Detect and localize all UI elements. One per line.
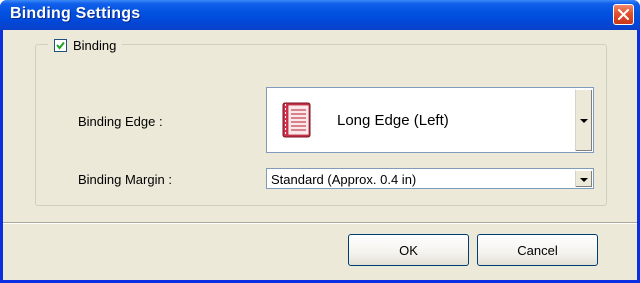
close-icon: [618, 9, 629, 20]
binding-margin-label: Binding Margin :: [78, 172, 172, 187]
binding-checkbox-header[interactable]: Binding: [48, 36, 123, 54]
binding-checkbox-label: Binding: [73, 37, 117, 53]
binding-margin-dropdown-button[interactable]: [575, 170, 592, 187]
binding-edge-select[interactable]: Long Edge (Left): [266, 87, 594, 153]
chevron-down-icon: [580, 119, 588, 123]
window-title: Binding Settings: [10, 5, 141, 22]
chevron-down-icon: [580, 178, 588, 182]
binding-checkbox[interactable]: [54, 38, 67, 52]
title-bar[interactable]: Binding Settings: [0, 0, 640, 30]
binding-margin-value: Standard (Approx. 0.4 in): [271, 172, 417, 187]
book-icon: [282, 102, 311, 138]
checkmark-icon: [56, 41, 65, 50]
binding-edge-dropdown-button[interactable]: [575, 89, 592, 151]
binding-edge-value: Long Edge (Left): [337, 112, 449, 129]
button-separator: [3, 222, 637, 224]
binding-margin-select[interactable]: Standard (Approx. 0.4 in): [266, 168, 594, 189]
binding-edge-label: Binding Edge :: [78, 114, 163, 129]
cancel-button[interactable]: Cancel: [477, 234, 598, 266]
ok-button[interactable]: OK: [348, 234, 469, 266]
close-button[interactable]: [613, 4, 634, 25]
